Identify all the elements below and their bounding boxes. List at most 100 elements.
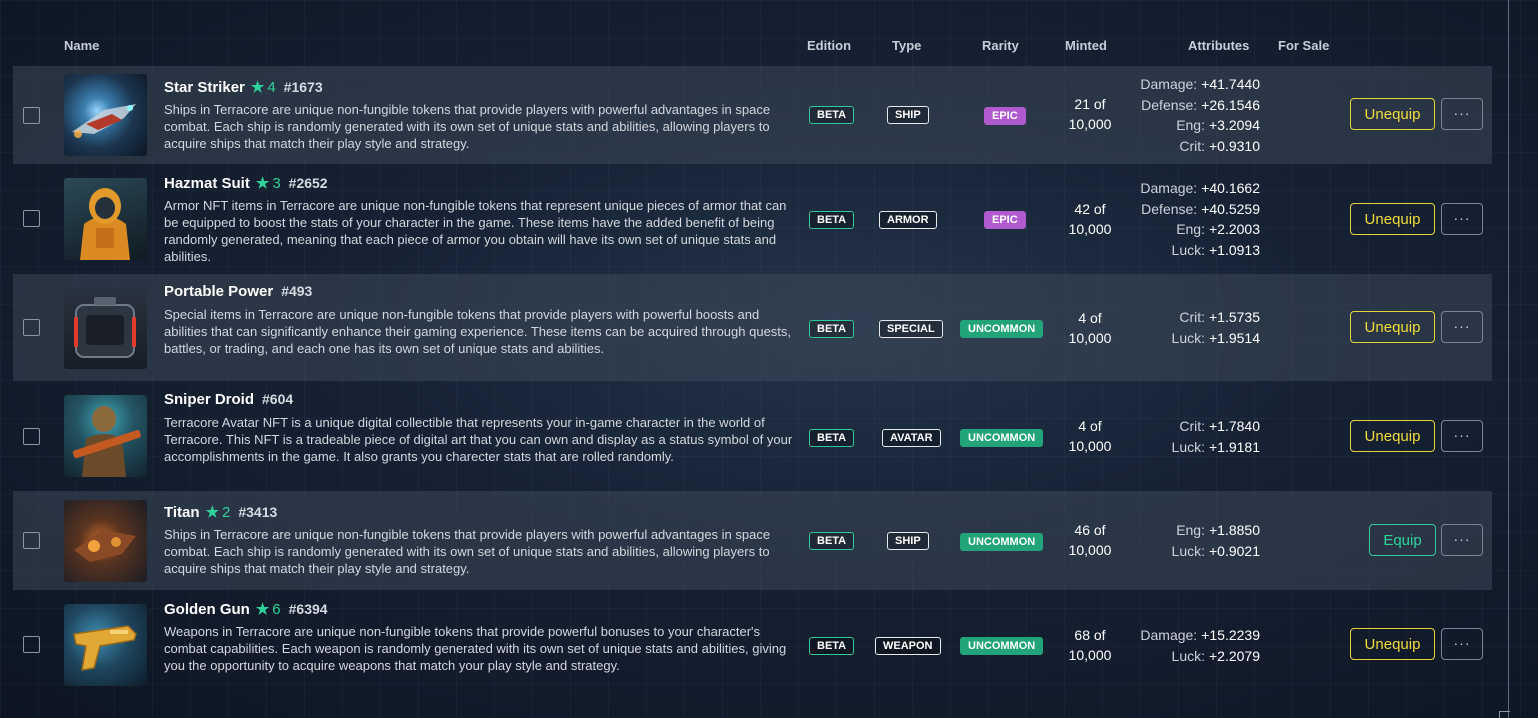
rarity-badge: EPIC: [984, 211, 1026, 229]
row-select-checkbox[interactable]: [23, 107, 40, 124]
nft-id: #1673: [283, 79, 323, 95]
table-row[interactable]: Titan ★ 2 #3413 Ships in Terracore are uniq…: [13, 491, 1492, 590]
attribute-key: Eng:: [1176, 117, 1205, 133]
column-for-sale[interactable]: For Sale: [1278, 38, 1329, 53]
table-row[interactable]: Star Striker ★ 4 #1673 Ships in Terracore a…: [13, 66, 1492, 164]
attribute-line: Luck: +1.9181: [1113, 437, 1260, 458]
unequip-button[interactable]: Unequip: [1350, 311, 1435, 343]
more-icon[interactable]: ···: [1441, 311, 1483, 343]
attribute-value: +1.7840: [1209, 418, 1260, 434]
attribute-value: +1.9514: [1209, 329, 1260, 346]
attribute-key: Defense:: [1141, 96, 1198, 113]
attribute-line: Damage: +41.7440: [1113, 74, 1260, 95]
more-icon[interactable]: ···: [1441, 420, 1483, 452]
nft-level: 4: [267, 79, 276, 96]
nft-id: #604: [262, 391, 294, 407]
attribute-key: Luck:: [1171, 241, 1205, 258]
rarity-badge: UNCOMMON: [960, 533, 1044, 551]
attribute-value: +15.2239: [1201, 627, 1260, 643]
nft-name: Titan: [164, 504, 200, 521]
nft-description: Armor NFT items in Terracore are unique …: [164, 198, 787, 264]
more-icon[interactable]: ···: [1441, 98, 1483, 130]
table-row[interactable]: Sniper Droid #604 Terracore Avatar NFT is…: [13, 383, 1492, 490]
nft-name: Golden Gun: [164, 601, 250, 618]
unequip-button[interactable]: Unequip: [1350, 98, 1435, 130]
attribute-value: +1.0913: [1209, 241, 1260, 258]
attribute-key: Luck:: [1171, 329, 1205, 346]
row-select-checkbox[interactable]: [23, 319, 40, 336]
unequip-button[interactable]: Unequip: [1350, 420, 1435, 452]
nft-title[interactable]: Titan ★ 2 #3413: [164, 503, 277, 521]
unequip-button[interactable]: Unequip: [1350, 628, 1435, 660]
attribute-line: Damage: +15.2239: [1113, 625, 1260, 646]
nft-title[interactable]: Star Striker ★ 4 #1673: [164, 78, 323, 96]
attribute-key: Defense:: [1141, 200, 1198, 217]
nft-title[interactable]: Golden Gun ★ 6 #6394: [164, 600, 328, 618]
row-select-checkbox[interactable]: [23, 210, 40, 227]
attribute-line: Luck: +1.0913: [1113, 240, 1260, 261]
nft-image-hazmat-suit: [64, 178, 147, 260]
more-icon[interactable]: ···: [1441, 203, 1483, 235]
rarity-badge: UNCOMMON: [960, 429, 1044, 447]
column-name[interactable]: Name: [64, 38, 99, 53]
edition-badge: BETA: [809, 211, 855, 229]
nft-name: Star Striker: [164, 79, 245, 96]
nft-description: Special items in Terracore are unique no…: [164, 307, 792, 356]
attributes-list: Eng: +1.8850 Luck: +0.9021: [1113, 520, 1260, 561]
attributes-list: Crit: +1.5735 Luck: +1.9514: [1113, 307, 1260, 348]
attribute-line: Luck: +0.9021: [1113, 541, 1260, 562]
edition-badge: BETA: [809, 106, 855, 124]
column-attributes[interactable]: Attributes: [1188, 38, 1249, 53]
table-row[interactable]: Golden Gun ★ 6 #6394 Weapons in Terracore a…: [13, 592, 1492, 698]
rarity-badge: UNCOMMON: [960, 320, 1044, 338]
table-row[interactable]: Portable Power #493 Special items in Terr…: [13, 274, 1492, 381]
nft-level: 2: [222, 504, 231, 521]
column-type[interactable]: Type: [892, 38, 921, 53]
nft-description: Terracore Avatar NFT is a unique digital…: [164, 415, 793, 464]
row-select-checkbox[interactable]: [23, 636, 40, 653]
nft-image-golden-gun: [64, 604, 147, 686]
attribute-value: +0.9310: [1209, 137, 1260, 154]
nft-id: #3413: [238, 504, 278, 520]
row-select-checkbox[interactable]: [23, 532, 40, 549]
nft-title[interactable]: Portable Power #493: [164, 283, 312, 300]
star-icon: ★: [255, 601, 270, 618]
nft-image-star-striker: [64, 74, 147, 156]
attribute-key: Damage:: [1140, 627, 1198, 643]
equip-button[interactable]: Equip: [1369, 524, 1436, 556]
attribute-value: +1.9181: [1209, 438, 1260, 455]
attribute-line: Crit: +1.5735: [1113, 307, 1260, 328]
nft-image-titan: [64, 500, 147, 582]
attribute-key: Luck:: [1171, 438, 1205, 455]
attribute-key: Crit:: [1179, 309, 1205, 325]
nft-id: #6394: [288, 601, 328, 617]
type-badge: WEAPON: [875, 637, 941, 655]
table-row[interactable]: Hazmat Suit ★ 3 #2652 Armor NFT items in Te…: [13, 164, 1492, 272]
column-rarity[interactable]: Rarity: [982, 38, 1019, 53]
star-icon: ★: [205, 504, 220, 521]
more-icon[interactable]: ···: [1441, 524, 1483, 556]
nft-id: #2652: [288, 175, 328, 191]
nft-image-portable-power: [64, 287, 147, 369]
unequip-button[interactable]: Unequip: [1350, 203, 1435, 235]
attribute-value: +3.2094: [1209, 117, 1260, 133]
attributes-list: Damage: +15.2239 Luck: +2.2079: [1113, 625, 1260, 666]
column-edition[interactable]: Edition: [807, 38, 851, 53]
nft-description: Ships in Terracore are unique non-fungib…: [164, 527, 771, 576]
attribute-line: Defense: +26.1546: [1113, 95, 1260, 116]
more-icon[interactable]: ···: [1441, 628, 1483, 660]
row-select-checkbox[interactable]: [23, 428, 40, 445]
nft-name: Portable Power: [164, 283, 274, 300]
attribute-key: Luck:: [1171, 542, 1205, 559]
attribute-line: Crit: +1.7840: [1113, 416, 1260, 437]
type-badge: AVATAR: [882, 429, 941, 447]
nft-title[interactable]: Sniper Droid #604: [164, 391, 293, 408]
column-minted[interactable]: Minted: [1065, 38, 1107, 53]
nft-title[interactable]: Hazmat Suit ★ 3 #2652: [164, 174, 328, 192]
resize-corner: [1499, 711, 1510, 718]
attribute-value: +1.8850: [1209, 522, 1260, 538]
edition-badge: BETA: [809, 532, 855, 550]
attribute-key: Damage:: [1140, 76, 1198, 92]
attribute-value: +2.2079: [1209, 647, 1260, 664]
edition-badge: BETA: [809, 637, 855, 655]
